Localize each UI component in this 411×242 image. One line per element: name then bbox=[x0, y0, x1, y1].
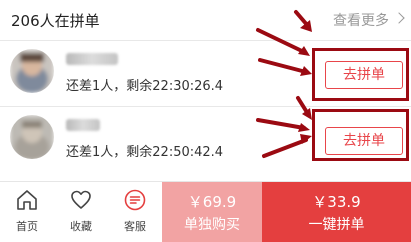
nav-label: 收藏 bbox=[70, 220, 92, 233]
group-price: ￥33.9 bbox=[312, 193, 361, 211]
countdown-text: 还差1人，剩余22:50:42.4 bbox=[66, 145, 224, 160]
avatar bbox=[10, 115, 54, 159]
group-buy-header: 206人在拼单 查看更多 bbox=[0, 0, 411, 40]
heart-icon bbox=[71, 190, 91, 209]
blurred-username bbox=[66, 53, 118, 65]
chat-icon bbox=[124, 189, 146, 211]
group-count-title: 206人在拼单 bbox=[11, 12, 100, 30]
nav-label: 首页 bbox=[16, 220, 38, 233]
annotation-arrows bbox=[256, 10, 312, 158]
countdown-text: 还差1人，剩余22:30:26.4 bbox=[66, 79, 224, 94]
nav-favorite[interactable]: 收藏 bbox=[54, 182, 108, 242]
nav-label: 客服 bbox=[124, 220, 146, 233]
single-price: ￥69.9 bbox=[187, 193, 237, 211]
highlight-box bbox=[312, 109, 409, 161]
group-buy-button[interactable]: ￥33.9 一键拼单 bbox=[262, 182, 411, 242]
blurred-username bbox=[66, 119, 100, 131]
view-more-link[interactable]: 查看更多 bbox=[333, 10, 389, 30]
chevron-right-icon[interactable] bbox=[393, 12, 405, 24]
avatar bbox=[10, 49, 54, 93]
highlight-box bbox=[312, 48, 409, 101]
single-buy-button[interactable]: ￥69.9 单独购买 bbox=[162, 182, 262, 242]
nav-home[interactable]: 首页 bbox=[0, 182, 54, 242]
group-buy-label: 一键拼单 bbox=[308, 217, 365, 233]
bottom-action-bar: 首页 收藏 客服 ￥69.9 单独购买 ￥33.9 一键拼单 bbox=[0, 181, 411, 242]
home-icon bbox=[17, 190, 37, 210]
nav-customer-service[interactable]: 客服 bbox=[108, 182, 162, 242]
single-buy-label: 单独购买 bbox=[184, 217, 240, 233]
